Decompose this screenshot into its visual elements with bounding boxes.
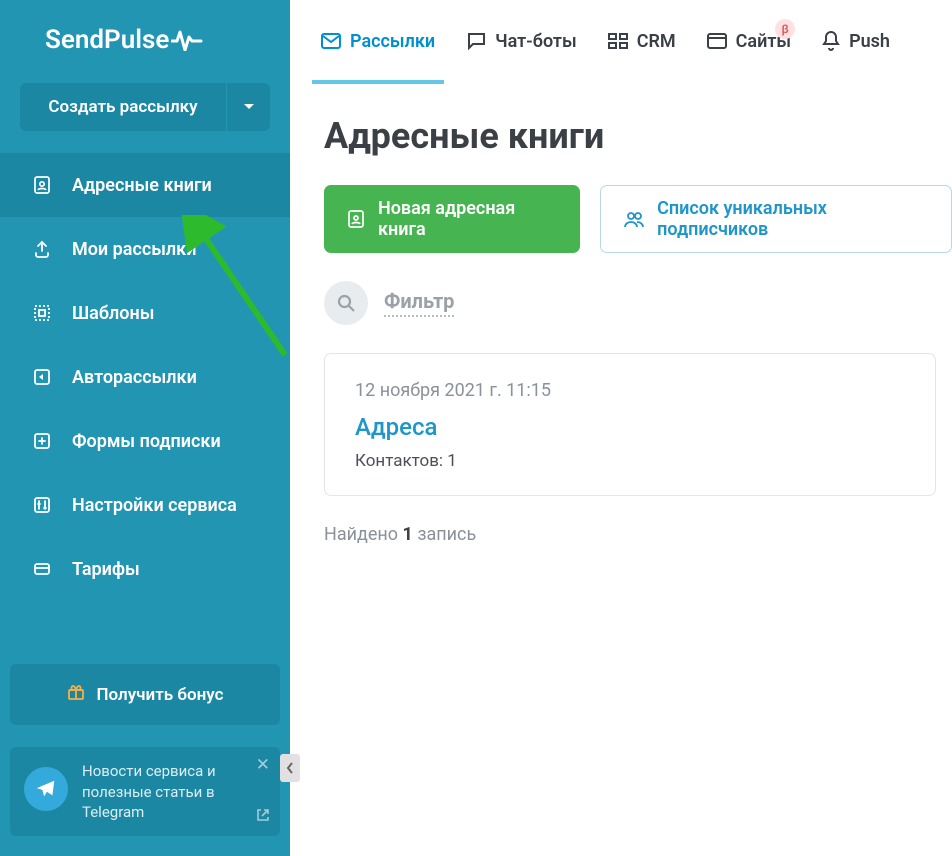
sidebar-item-label: Формы подписки xyxy=(72,431,221,452)
settings-icon xyxy=(28,495,56,515)
sidebar-item-address-books[interactable]: Адресные книги xyxy=(0,153,290,217)
create-campaign-dropdown[interactable] xyxy=(226,83,270,131)
tab-label: Push xyxy=(849,31,890,52)
beta-badge: β xyxy=(775,19,795,39)
address-book-icon xyxy=(28,175,56,195)
upload-icon xyxy=(28,239,56,259)
sidebar-item-label: Мои рассылки xyxy=(72,239,196,260)
unique-subscribers-button[interactable]: Список уникальных подписчиков xyxy=(600,185,952,253)
tab-crm[interactable]: CRM xyxy=(607,31,676,54)
create-campaign-button[interactable]: Создать рассылку xyxy=(20,83,226,131)
sidebar-item-label: Авторассылки xyxy=(72,367,197,388)
found-prefix: Найдено xyxy=(324,524,403,545)
new-address-book-button[interactable]: Новая адресная книга xyxy=(324,185,580,253)
gift-icon xyxy=(66,682,86,707)
users-icon xyxy=(623,209,645,229)
tab-sites[interactable]: Сайты β xyxy=(706,31,791,54)
chevron-left-icon xyxy=(286,762,294,774)
address-book-card[interactable]: 12 ноября 2021 г. 11:15 Адреса Контактов… xyxy=(324,353,936,496)
card-title[interactable]: Адреса xyxy=(355,413,905,441)
tab-chatbots[interactable]: Чат-боты xyxy=(465,31,577,54)
crm-icon xyxy=(607,32,629,50)
address-book-icon xyxy=(346,209,366,229)
sidebar-item-my-campaigns[interactable]: Мои рассылки xyxy=(0,217,290,281)
brand-text: SendPulse xyxy=(45,25,169,55)
mail-icon xyxy=(320,32,342,50)
tab-label: CRM xyxy=(637,31,676,52)
bonus-label: Получить бонус xyxy=(96,685,223,705)
bell-icon xyxy=(821,30,841,52)
tab-label: Чат-боты xyxy=(495,31,577,52)
automation-icon xyxy=(28,367,56,387)
active-tab-underline xyxy=(312,80,444,84)
action-row: Новая адресная книга Список уникальных п… xyxy=(324,185,952,253)
bonus-card[interactable]: Получить бонус xyxy=(10,664,280,725)
sidebar-item-label: Тарифы xyxy=(72,559,140,580)
tab-campaigns[interactable]: Рассылки xyxy=(320,31,435,54)
chat-icon xyxy=(465,31,487,51)
tab-label: Рассылки xyxy=(350,31,435,52)
top-nav: Рассылки Чат-боты CRM Сайты β Push xyxy=(290,0,952,85)
form-icon xyxy=(28,431,56,451)
telegram-news-card[interactable]: Новости сервиса и полезные статьи в Tele… xyxy=(10,747,280,836)
main-area: Рассылки Чат-боты CRM Сайты β Push xyxy=(290,0,952,856)
sidebar-item-forms[interactable]: Формы подписки xyxy=(0,409,290,473)
card-date: 12 ноября 2021 г. 11:15 xyxy=(355,380,905,401)
sidebar-item-label: Настройки сервиса xyxy=(72,495,237,516)
sidebar-item-pricing[interactable]: Тарифы xyxy=(0,537,290,601)
filter-toggle[interactable]: Фильтр xyxy=(384,289,454,317)
search-icon xyxy=(336,293,356,313)
telegram-news-text: Новости сервиса и полезные статьи в Tele… xyxy=(82,761,266,822)
sidebar-item-settings[interactable]: Настройки сервиса xyxy=(0,473,290,537)
site-icon xyxy=(706,32,728,50)
found-suffix: запись xyxy=(413,524,476,545)
card-contacts-count: Контактов: 1 xyxy=(355,451,905,471)
found-records-line: Найдено 1 запись xyxy=(324,524,952,545)
tab-push[interactable]: Push xyxy=(821,30,890,54)
sidebar-item-templates[interactable]: Шаблоны xyxy=(0,281,290,345)
button-label: Список уникальных подписчиков xyxy=(657,198,929,240)
sidebar-item-label: Шаблоны xyxy=(72,303,154,324)
create-campaign-label: Создать рассылку xyxy=(48,97,197,117)
create-campaign-row: Создать рассылку xyxy=(0,65,290,153)
telegram-icon xyxy=(24,767,68,811)
button-label: Новая адресная книга xyxy=(378,198,558,240)
template-icon xyxy=(28,303,56,323)
search-button[interactable] xyxy=(324,281,368,325)
page-content: Адресные книги Новая адресная книга Спис… xyxy=(290,85,952,545)
sidebar-item-automations[interactable]: Авторассылки xyxy=(0,345,290,409)
sidebar-nav: Адресные книги Мои рассылки Шаблоны Авто… xyxy=(0,153,290,652)
page-title: Адресные книги xyxy=(324,115,952,157)
found-count: 1 xyxy=(403,524,413,545)
sidebar: SendPulse Создать рассылку Адресные книг… xyxy=(0,0,290,856)
card-icon xyxy=(28,559,56,579)
close-icon[interactable]: ✕ xyxy=(256,755,270,775)
logo[interactable]: SendPulse xyxy=(0,0,290,65)
sidebar-item-label: Адресные книги xyxy=(72,175,212,196)
filter-row: Фильтр xyxy=(324,281,952,325)
pulse-icon xyxy=(171,29,203,51)
external-link-icon xyxy=(256,807,270,826)
chevron-down-icon xyxy=(243,103,255,111)
sidebar-collapse-handle[interactable] xyxy=(280,754,300,782)
